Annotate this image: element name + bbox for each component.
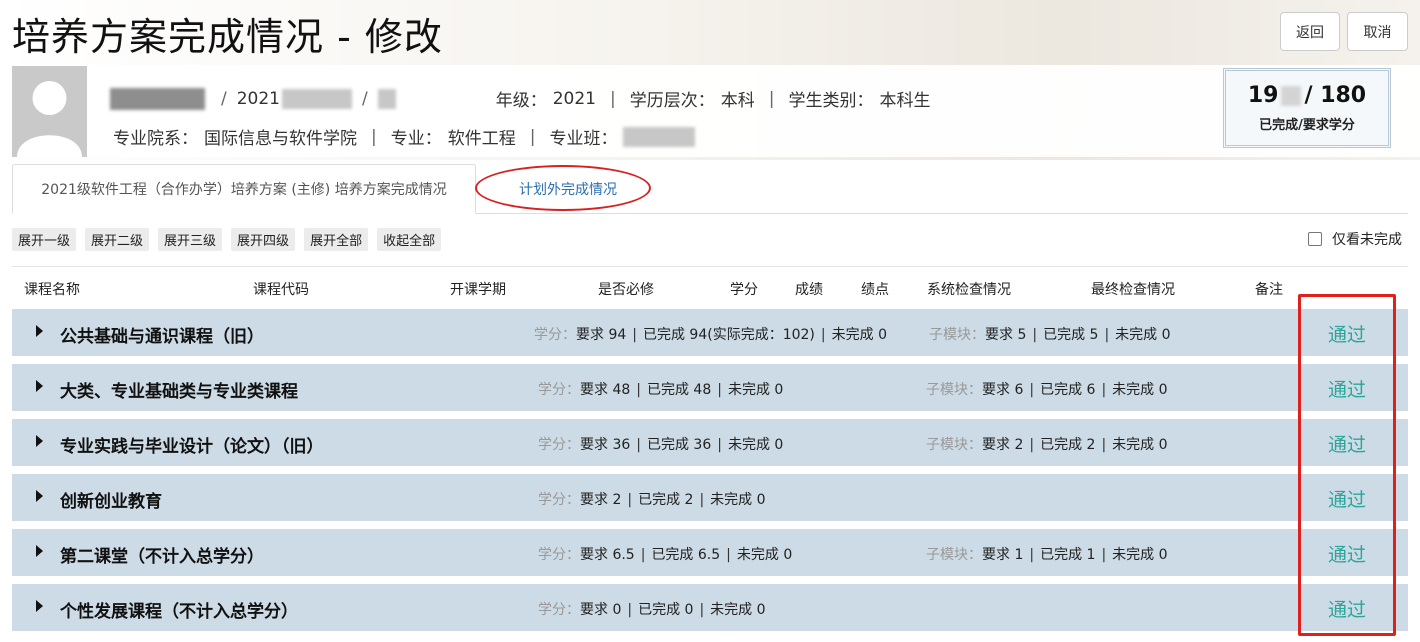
header-credit: 学分 bbox=[730, 282, 758, 298]
header-final-check: 最终检查情况 bbox=[1091, 282, 1175, 298]
row-credit-summary: 学分：要求 94 | 已完成 94(实际完成：102) | 未完成 0 bbox=[534, 327, 887, 343]
row-credit-summary: 学分：要求 48 | 已完成 48 | 未完成 0 bbox=[538, 382, 784, 398]
major-value: 软件工程 bbox=[447, 129, 516, 149]
row-credit-summary: 学分：要求 2 | 已完成 2 | 未完成 0 bbox=[538, 492, 766, 508]
table-header: 课程名称 课程代码 开课学期 是否必修 学分 成绩 绩点 系统检查情况 最终检查… bbox=[12, 266, 1408, 308]
page-title: 培养方案完成情况 - 修改 bbox=[12, 15, 443, 59]
row-module-summary: 子模块：要求 1 | 已完成 1 | 未完成 0 bbox=[926, 547, 1168, 563]
student-info-panel: / 2021 / 年级： 2021 | 学历层次： 本科 | 学生类别： 本科生… bbox=[0, 65, 1420, 157]
expand-caret-icon[interactable] bbox=[36, 490, 43, 502]
credit-summary-box: 19 / 180 已完成/要求学分 bbox=[1223, 68, 1391, 148]
class-label: 专业班： bbox=[549, 129, 618, 149]
table-row[interactable]: 专业实践与毕业设计（论文）（旧） 学分：要求 36 | 已完成 36 | 未完成 0 子… bbox=[12, 419, 1408, 466]
expand-toolbar: 展开一级 展开二级 展开三级 展开四级 展开全部 收起全部 bbox=[12, 228, 442, 251]
row-name: 个性发展课程（不计入总学分） bbox=[60, 602, 298, 622]
header-course-code: 课程代码 bbox=[253, 282, 309, 298]
student-id-prefix: 2021 bbox=[236, 88, 280, 109]
header-required: 是否必修 bbox=[598, 282, 654, 298]
header-system-check: 系统检查情况 bbox=[927, 282, 1011, 298]
credit-caption: 已完成/要求学分 bbox=[1259, 118, 1355, 133]
table-row[interactable]: 创新创业教育 学分：要求 2 | 已完成 2 | 未完成 0 通过 bbox=[12, 474, 1408, 521]
row-credit-summary: 学分：要求 36 | 已完成 36 | 未完成 0 bbox=[538, 437, 784, 453]
header-score: 成绩 bbox=[795, 282, 823, 298]
level-value: 本科 bbox=[720, 91, 755, 111]
header-remark: 备注 bbox=[1255, 282, 1283, 298]
department-label: 专业院系： bbox=[113, 129, 198, 149]
row-credit-summary: 学分：要求 6.5 | 已完成 6.5 | 未完成 0 bbox=[538, 547, 793, 563]
grade-label: 年级： bbox=[495, 91, 547, 111]
collapse-all-button[interactable]: 收起全部 bbox=[377, 228, 442, 251]
student-name-redacted bbox=[110, 87, 205, 110]
table-row[interactable]: 公共基础与通识课程（旧） 学分：要求 94 | 已完成 94(实际完成：102) | 未… bbox=[12, 309, 1408, 356]
avatar bbox=[12, 66, 87, 157]
credit-completed-prefix: 19 bbox=[1247, 83, 1279, 108]
row-name: 专业实践与毕业设计（论文）（旧） bbox=[60, 437, 324, 457]
student-type-label: 学生类别： bbox=[788, 91, 874, 111]
row-name: 创新创业教育 bbox=[60, 492, 162, 512]
expand-caret-icon[interactable] bbox=[36, 545, 43, 557]
grade-value: 2021 bbox=[552, 88, 596, 109]
student-type-value: 本科生 bbox=[879, 91, 931, 111]
header-gpa: 绩点 bbox=[861, 282, 889, 298]
expand-level-1-button[interactable]: 展开一级 bbox=[12, 228, 77, 251]
table-row[interactable]: 个性发展课程（不计入总学分） 学分：要求 0 | 已完成 0 | 未完成 0 通过 bbox=[12, 584, 1408, 631]
header-semester: 开课学期 bbox=[450, 282, 506, 298]
tab-bar: 2021级软件工程（合作办学）培养方案 (主修) 培养方案完成情况 计划外完成情… bbox=[12, 164, 1408, 214]
credit-summary-value: 19 / 180 bbox=[1248, 83, 1366, 108]
tab-plan-completion[interactable]: 2021级软件工程（合作办学）培养方案 (主修) 培养方案完成情况 bbox=[12, 164, 476, 214]
expand-caret-icon[interactable] bbox=[36, 435, 43, 447]
row-module-summary: 子模块：要求 6 | 已完成 6 | 未完成 0 bbox=[926, 382, 1168, 398]
expand-level-3-button[interactable]: 展开三级 bbox=[158, 228, 223, 251]
row-name: 大类、专业基础类与专业类课程 bbox=[60, 382, 298, 402]
cancel-button[interactable]: 取消 bbox=[1347, 12, 1408, 51]
major-label: 专业： bbox=[390, 129, 442, 149]
row-name: 第二课堂（不计入总学分） bbox=[60, 547, 264, 567]
expand-level-4-button[interactable]: 展开四级 bbox=[231, 228, 296, 251]
back-button[interactable]: 返回 bbox=[1280, 12, 1340, 51]
expand-level-2-button[interactable]: 展开二级 bbox=[85, 228, 150, 251]
expand-caret-icon[interactable] bbox=[36, 325, 43, 337]
expand-all-button[interactable]: 展开全部 bbox=[304, 228, 369, 251]
student-id-redacted bbox=[282, 88, 352, 109]
user-silhouette-icon bbox=[12, 66, 87, 157]
level-label: 学历层次： bbox=[629, 91, 715, 111]
student-identity-row: / 2021 / 年级： 2021 | 学历层次： 本科 | 学生类别： 本科生 bbox=[110, 86, 930, 111]
only-unfinished-filter[interactable]: 仅看未完成 bbox=[1308, 229, 1402, 249]
row-module-summary: 子模块：要求 2 | 已完成 2 | 未完成 0 bbox=[926, 437, 1168, 453]
expand-caret-icon[interactable] bbox=[36, 380, 43, 392]
pass-column-highlight-box bbox=[1298, 294, 1396, 636]
header-course-name: 课程名称 bbox=[24, 282, 80, 298]
expand-caret-icon[interactable] bbox=[36, 600, 43, 612]
credit-required: / 180 bbox=[1304, 83, 1367, 108]
class-value-redacted bbox=[623, 126, 696, 147]
only-unfinished-label: 仅看未完成 bbox=[1332, 232, 1402, 248]
row-credit-summary: 学分：要求 0 | 已完成 0 | 未完成 0 bbox=[538, 602, 766, 618]
student-extra-redacted bbox=[377, 88, 396, 109]
row-name: 公共基础与通识课程（旧） bbox=[60, 327, 264, 347]
credit-completed-redacted bbox=[1280, 85, 1301, 106]
department-value: 国际信息与软件学院 bbox=[204, 129, 357, 149]
table-row[interactable]: 第二课堂（不计入总学分） 学分：要求 6.5 | 已完成 6.5 | 未完成 0 子模块… bbox=[12, 529, 1408, 576]
row-module-summary: 子模块：要求 5 | 已完成 5 | 未完成 0 bbox=[929, 327, 1171, 343]
only-unfinished-checkbox[interactable] bbox=[1308, 232, 1322, 246]
tab-highlight-circle bbox=[475, 165, 651, 211]
student-major-row: 专业院系： 国际信息与软件学院 | 专业： 软件工程 | 专业班： bbox=[113, 124, 696, 149]
table-row[interactable]: 大类、专业基础类与专业类课程 学分：要求 48 | 已完成 48 | 未完成 0 子模块… bbox=[12, 364, 1408, 411]
